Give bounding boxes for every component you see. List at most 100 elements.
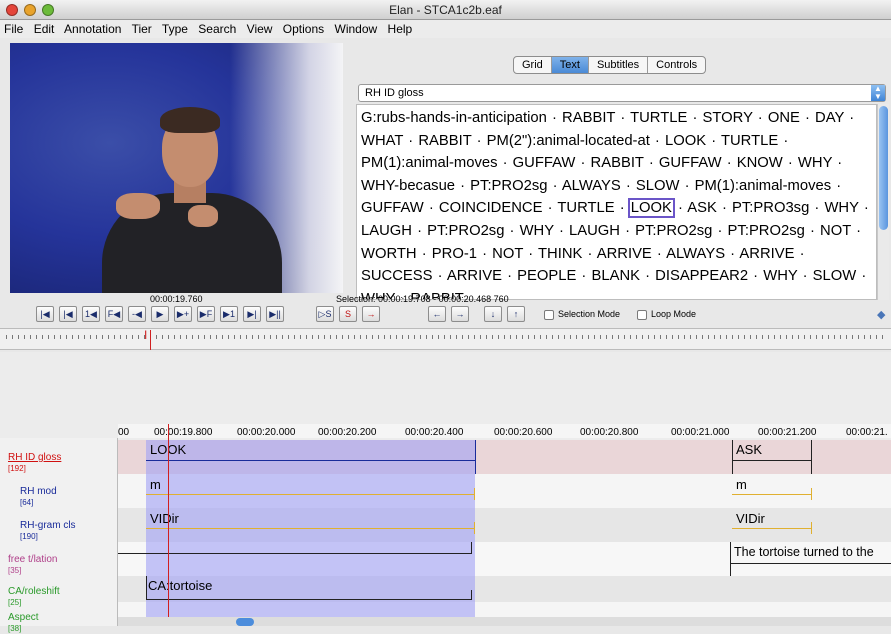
time-overview-ruler[interactable]: I — [0, 328, 891, 350]
annotation-boundary — [475, 440, 476, 474]
tier-label-free-tlation[interactable]: free t/lation [35] — [8, 554, 57, 576]
ruler-label: 00:00:20.200 — [318, 427, 377, 438]
menu-window[interactable]: Window — [335, 22, 378, 36]
go-to-begin-button[interactable]: |◀ — [36, 306, 54, 322]
clear-selection-button[interactable]: S — [339, 306, 357, 322]
ruler-label: 00:00:20.400 — [405, 427, 464, 438]
selection-mode-label: Selection Mode — [558, 309, 621, 319]
tier-label-rh-id-gloss[interactable]: RH ID gloss [192] — [8, 452, 61, 474]
tab-controls[interactable]: Controls — [648, 57, 705, 73]
selection-mode-checkbox[interactable] — [544, 310, 554, 320]
annotation-boundary — [732, 440, 733, 474]
volume-rate-icon[interactable]: ◆ — [877, 308, 885, 321]
text-scroll-thumb[interactable] — [879, 106, 888, 230]
annotation-boundary — [474, 522, 475, 534]
tier-label-rh-mod[interactable]: RH mod [64] — [20, 486, 57, 508]
loop-mode-label: Loop Mode — [651, 309, 697, 319]
selection-info: Selection: 00:00:19.708 - 00:00:20.468 7… — [336, 294, 509, 304]
signer-hair — [160, 107, 220, 133]
previous-annotation-button[interactable]: ← — [428, 306, 446, 322]
next-second-button[interactable]: ▶1 — [220, 306, 238, 322]
annotation-mod-m[interactable]: m — [736, 477, 747, 492]
annotation-gram-vidir[interactable]: VIDir — [736, 511, 765, 526]
previous-second-button[interactable]: 1◀ — [82, 306, 100, 322]
close-window-button[interactable] — [6, 4, 18, 16]
menu-tier[interactable]: Tier — [132, 22, 152, 36]
annotation-free-translation[interactable]: The tortoise turned to the — [734, 545, 874, 559]
menu-type[interactable]: Type — [162, 22, 188, 36]
ruler-label: 00:00:19.800 — [154, 427, 213, 438]
tier-label-aspect[interactable]: Aspect [38] — [8, 612, 39, 634]
annotation-ask[interactable]: ASK — [736, 442, 762, 457]
toggle-crosshair-button[interactable]: → — [362, 306, 380, 322]
timeline-horizontal-scrollbar[interactable] — [118, 617, 891, 626]
annotation-boundary — [474, 488, 475, 500]
viewer-tabs: Grid Text Subtitles Controls — [513, 56, 707, 74]
annotation-bar — [732, 528, 812, 529]
minimize-window-button[interactable] — [24, 4, 36, 16]
menu-help[interactable]: Help — [388, 22, 413, 36]
annotation-mod-m[interactable]: m — [150, 477, 161, 492]
signer-left-hand — [116, 193, 160, 219]
annotation-boundary — [730, 542, 731, 576]
tier-down-button[interactable]: ↓ — [484, 306, 502, 322]
overview-crosshair — [150, 330, 151, 350]
ruler-label: 00:00:21.200 — [758, 427, 817, 438]
annotation-gram-vidir[interactable]: VIDir — [150, 511, 179, 526]
video-viewer[interactable] — [10, 43, 343, 293]
annotation-boundary — [811, 522, 812, 534]
menu-view[interactable]: View — [247, 22, 273, 36]
annotation-bar — [118, 553, 471, 554]
tab-text[interactable]: Text — [551, 57, 589, 73]
tier-select[interactable]: RH ID gloss ▲ ▼ — [358, 84, 886, 102]
annotation-boundary — [471, 590, 472, 600]
ruler-label: 00:00:20.600 — [494, 427, 553, 438]
go-to-end-button[interactable]: ▶|| — [266, 306, 284, 322]
next-scrollview-button[interactable]: ▶| — [243, 306, 261, 322]
annotation-bar — [732, 460, 812, 461]
annotation-bar — [732, 494, 812, 495]
select-arrows-icon: ▲ ▼ — [871, 85, 885, 101]
time-ruler[interactable]: 00 00:00:19.800 00:00:20.000 00:00:20.20… — [118, 424, 891, 438]
menu-annotation[interactable]: Annotation — [64, 22, 121, 36]
signer-right-hand — [188, 205, 218, 227]
previous-pixel-button[interactable]: -◀ — [128, 306, 146, 322]
gloss-text-current[interactable]: LOOK — [627, 198, 675, 219]
play-selection-button[interactable]: ▷S — [316, 306, 334, 322]
zoom-window-button[interactable] — [42, 4, 54, 16]
menu-bar: File Edit Annotation Tier Type Search Vi… — [0, 20, 891, 38]
current-time: 00:00:19.760 — [150, 294, 203, 304]
play-button[interactable]: ▶ — [151, 306, 169, 322]
next-frame-button[interactable]: ▶F — [197, 306, 215, 322]
tier-up-button[interactable]: ↑ — [507, 306, 525, 322]
tier-labels-panel: RH ID gloss [192] RH mod [64] RH-gram cl… — [0, 438, 118, 633]
timeline-scroll-thumb[interactable] — [236, 618, 254, 626]
annotation-bar — [146, 494, 475, 495]
title-bar: Elan - STCA1c2b.eaf — [0, 0, 891, 20]
viewer-panel: Grid Text Subtitles Controls RH ID gloss… — [350, 42, 891, 300]
ruler-label: 00:00:20.000 — [237, 427, 296, 438]
text-scrollbar[interactable] — [877, 104, 889, 300]
menu-options[interactable]: Options — [283, 22, 324, 36]
annotation-ca-tortoise[interactable]: CA:tortoise — [148, 578, 212, 593]
tab-grid[interactable]: Grid — [514, 57, 552, 73]
menu-edit[interactable]: Edit — [34, 22, 55, 36]
menu-file[interactable]: File — [4, 22, 23, 36]
annotation-bar — [146, 528, 475, 529]
ruler-label: 00:00:21. — [846, 427, 888, 438]
ruler-label: 00 — [118, 427, 130, 438]
tab-subtitles[interactable]: Subtitles — [589, 57, 649, 73]
annotation-bar — [146, 599, 471, 600]
previous-scrollview-button[interactable]: |◀ — [59, 306, 77, 322]
loop-mode-checkbox[interactable] — [637, 310, 647, 320]
previous-frame-button[interactable]: F◀ — [105, 306, 123, 322]
annotation-boundary — [471, 542, 472, 554]
annotation-bar — [146, 460, 475, 461]
next-annotation-button[interactable]: → — [451, 306, 469, 322]
annotation-boundary — [146, 576, 147, 600]
menu-search[interactable]: Search — [198, 22, 236, 36]
tier-label-ca-roleshift[interactable]: CA/roleshift [25] — [8, 586, 60, 608]
annotation-text-view[interactable]: G:rubs-hands-in-anticipation · RABBIT · … — [356, 104, 877, 300]
tier-label-rh-gram-cls[interactable]: RH-gram cls [190] — [20, 520, 76, 542]
next-pixel-button[interactable]: ▶+ — [174, 306, 192, 322]
